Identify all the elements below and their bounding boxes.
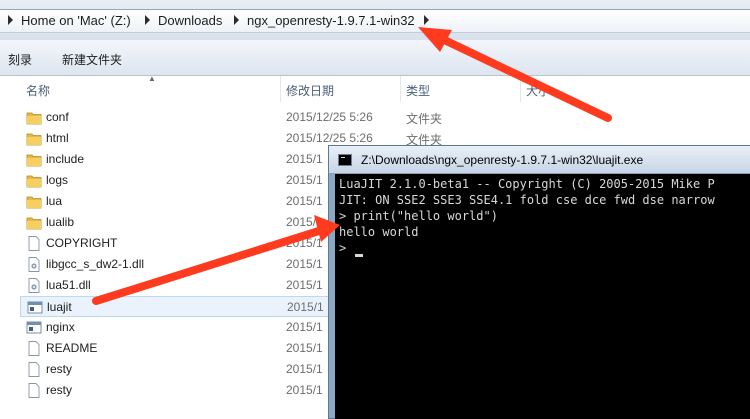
file-name: lua51.dll bbox=[46, 278, 91, 292]
console-title: Z:\Downloads\ngx_openresty-1.9.7.1-win32… bbox=[361, 153, 644, 167]
console-app-icon bbox=[338, 154, 352, 166]
exe-icon bbox=[27, 300, 43, 315]
console-window[interactable]: Z:\Downloads\ngx_openresty-1.9.7.1-win32… bbox=[328, 145, 750, 419]
column-type[interactable]: 类型 bbox=[406, 82, 430, 99]
dll-icon bbox=[26, 278, 42, 293]
toolbar: 刻录 新建文件夹 bbox=[0, 40, 750, 76]
file-date: 2015/1 bbox=[286, 362, 323, 376]
file-name: resty bbox=[46, 362, 73, 376]
column-divider[interactable] bbox=[400, 76, 401, 102]
file-name: libgcc_s_dw2-1.dll bbox=[46, 257, 145, 271]
burn-button[interactable]: 刻录 bbox=[8, 51, 32, 68]
file-date: 2015/1 bbox=[287, 300, 324, 314]
breadcrumb-downloads[interactable]: Downloads bbox=[158, 13, 222, 28]
console-title-bar[interactable]: Z:\Downloads\ngx_openresty-1.9.7.1-win32… bbox=[329, 146, 750, 174]
chevron-right-icon[interactable] bbox=[145, 15, 150, 25]
file-name: lua bbox=[46, 194, 63, 208]
chevron-right-icon[interactable] bbox=[8, 15, 13, 25]
folder-icon bbox=[26, 131, 42, 146]
file-date: 2015/1 bbox=[286, 152, 323, 166]
file-name: conf bbox=[46, 110, 69, 124]
breadcrumb-current-folder[interactable]: ngx_openresty-1.9.7.1-win32 bbox=[247, 13, 415, 28]
file-date: 2015/1 bbox=[286, 173, 323, 187]
file-name: include bbox=[46, 152, 85, 166]
new-folder-button[interactable]: 新建文件夹 bbox=[62, 51, 122, 68]
folder-icon bbox=[26, 173, 42, 188]
column-divider[interactable] bbox=[280, 76, 281, 102]
file-name: logs bbox=[46, 173, 69, 187]
file-icon bbox=[26, 362, 42, 377]
file-date: 2015/1 bbox=[286, 194, 323, 208]
folder-icon bbox=[26, 194, 42, 209]
folder-icon bbox=[26, 110, 42, 125]
list-item[interactable]: conf 2015/12/25 5:26 文件夹 bbox=[20, 107, 750, 128]
console-line: LuaJIT 2.1.0-beta1 -- Copyright (C) 2005… bbox=[339, 177, 715, 191]
file-name: resty bbox=[46, 383, 73, 397]
column-header: ▲ 名称 修改日期 类型 大小 bbox=[0, 74, 750, 102]
file-date: 2015/1 bbox=[286, 320, 323, 334]
file-name: README bbox=[46, 341, 98, 355]
file-name: lualib bbox=[46, 215, 75, 229]
file-date: 2015/1 bbox=[286, 278, 323, 292]
exe-icon bbox=[26, 320, 42, 335]
console-line: > print("hello world") bbox=[339, 209, 498, 223]
console-line: hello world bbox=[339, 225, 419, 239]
file-date: 2015/1 bbox=[286, 236, 323, 250]
file-date: 2015/1 bbox=[286, 215, 323, 229]
column-date-modified[interactable]: 修改日期 bbox=[286, 82, 334, 99]
file-name: COPYRIGHT bbox=[46, 236, 118, 250]
chevron-right-icon[interactable] bbox=[234, 15, 239, 25]
column-name[interactable]: 名称 bbox=[26, 82, 50, 99]
sort-ascending-icon: ▲ bbox=[148, 74, 156, 83]
folder-icon bbox=[26, 152, 42, 167]
file-date: 2015/12/25 5:26 bbox=[286, 131, 373, 145]
console-line: JIT: ON SSE2 SSE3 SSE4.1 fold cse dce fw… bbox=[339, 193, 715, 207]
folder-icon bbox=[26, 215, 42, 230]
console-output[interactable]: LuaJIT 2.1.0-beta1 -- Copyright (C) 2005… bbox=[335, 174, 750, 419]
column-divider[interactable] bbox=[520, 76, 521, 102]
file-date: 2015/1 bbox=[286, 341, 323, 355]
file-name: luajit bbox=[47, 300, 72, 314]
address-bar: Home on 'Mac' (Z:) Downloads ngx_openres… bbox=[0, 0, 750, 40]
dll-icon bbox=[26, 257, 42, 272]
file-date: 2015/12/25 5:26 bbox=[286, 110, 373, 124]
file-date: 2015/1 bbox=[286, 383, 323, 397]
file-icon bbox=[26, 236, 42, 251]
text-cursor bbox=[355, 254, 363, 257]
column-size[interactable]: 大小 bbox=[526, 82, 550, 99]
file-date: 2015/1 bbox=[286, 257, 323, 271]
file-name: nginx bbox=[46, 320, 75, 334]
file-icon bbox=[26, 383, 42, 398]
console-prompt: > bbox=[339, 241, 347, 255]
file-icon bbox=[26, 341, 42, 356]
file-name: html bbox=[46, 131, 69, 145]
file-type: 文件夹 bbox=[406, 112, 443, 126]
chevron-right-icon[interactable] bbox=[424, 15, 429, 25]
breadcrumb[interactable]: Home on 'Mac' (Z:) Downloads ngx_openres… bbox=[0, 9, 750, 33]
breadcrumb-home-mac[interactable]: Home on 'Mac' (Z:) bbox=[21, 13, 131, 28]
